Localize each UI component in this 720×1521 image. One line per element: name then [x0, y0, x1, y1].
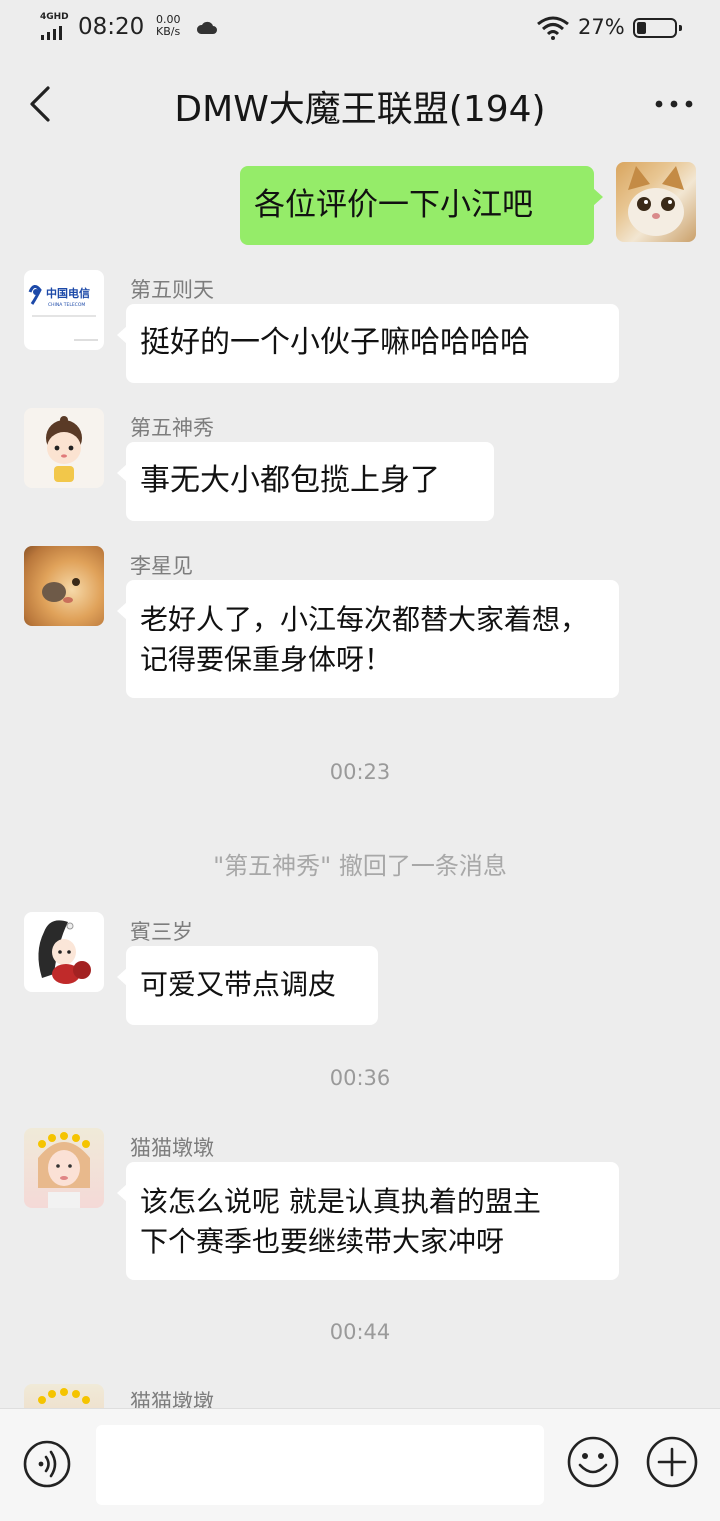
avatar-girl-flower-crown[interactable]: [24, 1384, 104, 1408]
telecom-logo-text-en: CHINA TELECOM: [48, 302, 85, 308]
outgoing-message-bubble[interactable]: 各位评价一下小江吧: [240, 166, 603, 245]
emoji-icon[interactable]: [566, 1435, 620, 1489]
incoming-message-bubble[interactable]: 老好人了，小江每次都替大家着想， 记得要保重身体呀！: [117, 580, 619, 698]
timestamp: 00:44: [329, 1320, 391, 1344]
sender-name: 李星见: [130, 554, 193, 578]
incoming-message-bubble[interactable]: 事无大小都包揽上身了: [117, 442, 494, 521]
message-text-line: 下个赛季也要继续带大家冲呀: [140, 1225, 505, 1258]
incoming-message-bubble[interactable]: 该怎么说呢 就是认真执着的盟主 下个赛季也要继续带大家冲呀: [117, 1162, 619, 1280]
message-text-line: 该怎么说呢 就是认真执着的盟主: [140, 1185, 541, 1218]
network-type: 4GHD: [40, 12, 69, 22]
status-bar: 4GHD 08:20 0.00 KB/s 27%: [0, 0, 720, 58]
message-input-bar: [0, 1408, 720, 1521]
chat-header: DMW大魔王联盟(194): [0, 58, 720, 150]
message-input[interactable]: [96, 1425, 544, 1505]
sender-name: 第五则天: [130, 278, 214, 302]
sender-name: 猫猫墩墩: [130, 1136, 214, 1160]
clock: 08:20: [78, 14, 145, 40]
avatar-china-telecom[interactable]: 中国电信 CHINA TELECOM: [24, 270, 104, 350]
message-text: 事无大小都包揽上身了: [140, 463, 440, 498]
avatar-orange-cat[interactable]: [24, 546, 104, 626]
wifi-icon: [537, 16, 569, 40]
network-speed: 0.00 KB/s: [156, 14, 181, 38]
recall-notice: "第五神秀" 撤回了一条消息: [213, 852, 507, 880]
more-options-icon[interactable]: [654, 96, 694, 112]
message-text: 可爱又带点调皮: [140, 968, 337, 1001]
battery-percent: 27%: [578, 15, 625, 39]
message-text: 各位评价一下小江吧: [254, 187, 533, 223]
voice-input-icon[interactable]: [22, 1439, 72, 1489]
sender-name: 賓三岁: [130, 920, 193, 944]
sender-name: 第五神秀: [130, 416, 214, 440]
incoming-message-bubble[interactable]: 可爱又带点调皮: [117, 946, 378, 1025]
timestamp: 00:36: [329, 1066, 391, 1090]
avatar-girl-flower-crown[interactable]: [24, 1128, 104, 1208]
group-chat-title: DMW大魔王联盟(194): [174, 89, 546, 130]
my-avatar-cat[interactable]: [616, 162, 696, 242]
avatar-cartoon-baby[interactable]: [24, 408, 104, 488]
more-functions-plus-icon[interactable]: [645, 1435, 699, 1489]
battery-icon: [633, 18, 682, 38]
message-text-line: 记得要保重身体呀！: [140, 643, 393, 676]
telecom-logo-text: 中国电信: [46, 286, 90, 300]
avatar-anime-girl[interactable]: [24, 912, 104, 992]
cloud-icon: [196, 21, 217, 34]
incoming-message-bubble[interactable]: 挺好的一个小伙子嘛哈哈哈哈: [117, 304, 619, 383]
cellular-signal-icon: 4GHD: [40, 12, 74, 40]
network-speed-unit: KB/s: [156, 25, 181, 38]
message-text: 挺好的一个小伙子嘛哈哈哈哈: [140, 325, 530, 360]
timestamp: 00:23: [329, 760, 391, 784]
message-text-line: 老好人了，小江每次都替大家着想，: [140, 603, 589, 636]
